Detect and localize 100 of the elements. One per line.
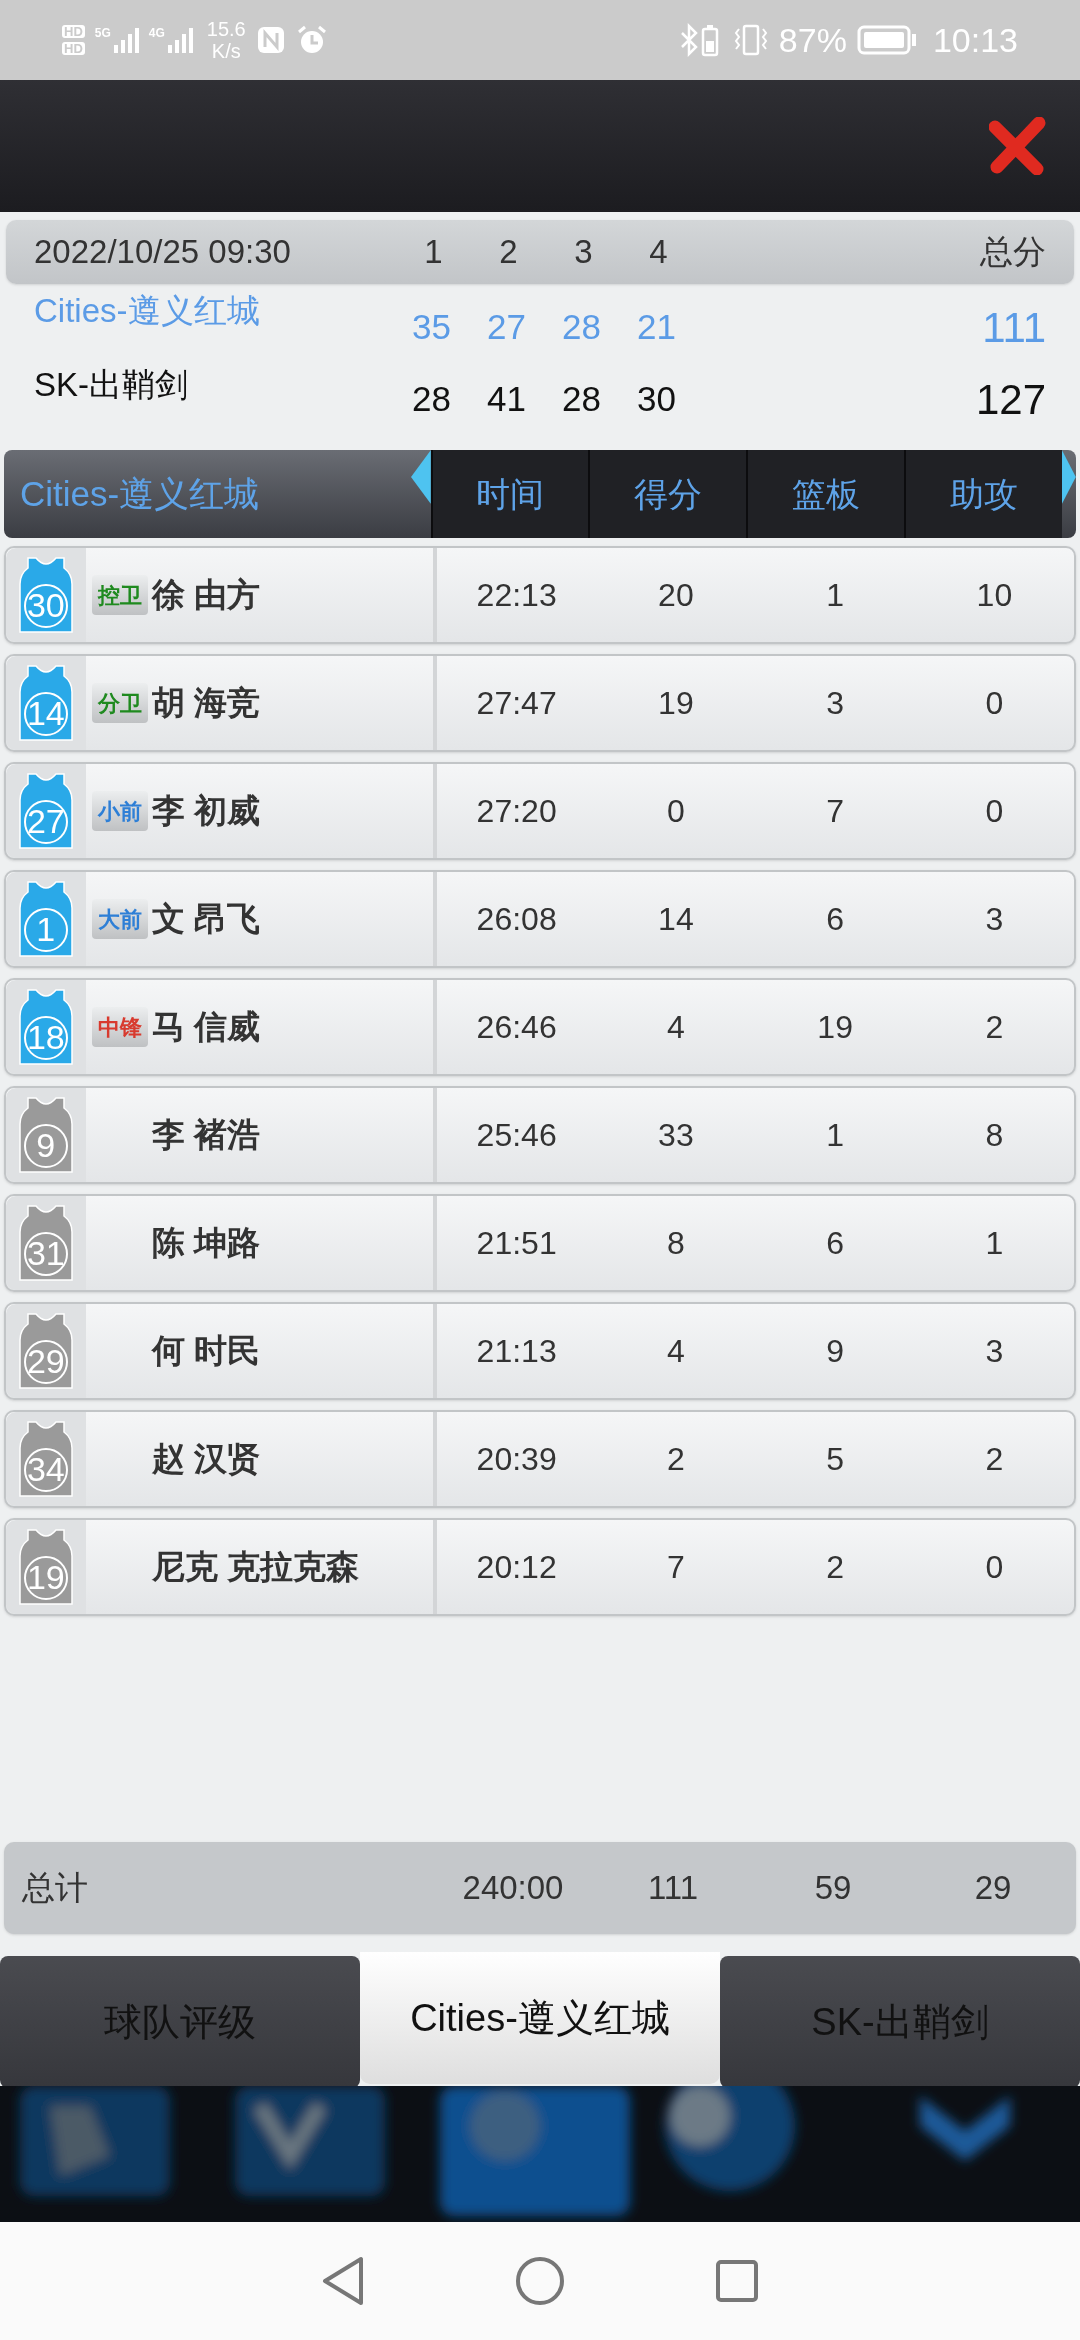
stat-value: 20: [657, 576, 695, 615]
position-badge: 大前: [91, 899, 148, 939]
stat-value: 2: [666, 1440, 686, 1479]
stat-value: 6: [825, 1224, 846, 1263]
quarter-score: 30: [636, 377, 677, 420]
stat-value: 7: [825, 792, 846, 831]
stat-value: 4: [666, 1332, 686, 1371]
stat-value: 4: [666, 1008, 686, 1047]
team-name: SK-出鞘剑: [34, 365, 189, 405]
total-value: 111: [646, 1868, 700, 1909]
jersey-number: 1: [35, 912, 57, 946]
stat-value: 5: [825, 1440, 846, 1479]
stat-value: 25:46: [475, 1116, 558, 1155]
left-arrow-icon[interactable]: [410, 450, 431, 504]
player-row[interactable]: 30 控卫 徐 由方 22:13 20 1 10: [4, 546, 1076, 644]
right-arrow-icon[interactable]: [1062, 450, 1076, 504]
jersey-number: 31: [25, 1236, 66, 1270]
stat-value: 2: [984, 1008, 1005, 1047]
back-button[interactable]: [321, 2256, 365, 2306]
position-badge: 中锋: [91, 1007, 148, 1047]
stat-value: 8: [666, 1224, 686, 1263]
quarter-label: 3: [573, 232, 594, 273]
column-header[interactable]: 得分: [588, 450, 747, 538]
totals-label: 总计: [21, 1868, 89, 1909]
quarter-score: 28: [561, 305, 602, 348]
player-name: 陈 坤路: [151, 1223, 260, 1264]
player-name: 文 昂飞: [151, 899, 260, 940]
player-row[interactable]: 14 分卫 胡 海竞 27:47 19 3 0: [4, 654, 1076, 752]
jersey-number: 29: [25, 1344, 66, 1378]
quarter-score: 28: [411, 377, 452, 420]
stat-value: 26:08: [475, 900, 558, 939]
player-name: 胡 海竞: [151, 683, 260, 724]
player-row[interactable]: 18 中锋 马 信威 26:46 4 19 2: [4, 978, 1076, 1076]
stat-value: 21:51: [475, 1224, 558, 1263]
player-name: 尼克 克拉克森: [151, 1547, 359, 1588]
total-score: 127: [975, 374, 1046, 425]
quarter-score: 28: [561, 377, 602, 420]
jersey-number: 9: [35, 1128, 57, 1162]
column-header[interactable]: 助攻: [904, 450, 1063, 538]
stat-value: 1: [825, 1116, 846, 1155]
quarter-score: 27: [486, 305, 527, 348]
stat-value: 14: [657, 900, 695, 939]
player-row[interactable]: 19 尼克 克拉克森 20:12 7 2 0: [4, 1518, 1076, 1616]
team-name: Cities-遵义红城: [34, 291, 261, 331]
player-row[interactable]: 27 小前 李 初威 27:20 0 7 0: [4, 762, 1076, 860]
player-name: 赵 汉贤: [151, 1439, 260, 1480]
close-icon: [989, 117, 1047, 175]
recents-button[interactable]: [715, 2259, 759, 2303]
stat-value: 20:12: [475, 1548, 558, 1587]
quarter-label: 1: [423, 232, 444, 273]
jersey-number: 19: [25, 1560, 66, 1594]
jersey-number: 14: [25, 696, 66, 730]
player-row[interactable]: 29 何 时民 21:13 4 9 3: [4, 1302, 1076, 1400]
stat-value: 2: [984, 1440, 1005, 1479]
jersey-number: 18: [25, 1020, 66, 1054]
stat-value: 8: [984, 1116, 1005, 1155]
quarter-label: 2: [498, 232, 519, 273]
stat-value: 10: [975, 576, 1014, 615]
player-name: 李 初威: [151, 791, 260, 832]
player-name: 李 褚浩: [151, 1115, 260, 1156]
stat-value: 19: [816, 1008, 854, 1047]
column-header[interactable]: 时间: [430, 450, 589, 538]
stat-value: 33: [657, 1116, 695, 1155]
jersey-number: 30: [25, 588, 66, 622]
player-row[interactable]: 1 大前 文 昂飞 26:08 14 6 3: [4, 870, 1076, 968]
player-name: 马 信威: [151, 1007, 260, 1048]
stat-value: 1: [825, 576, 846, 615]
stat-value: 0: [984, 684, 1005, 723]
quarter-score: 35: [411, 305, 452, 348]
total-value: 240:00: [461, 1868, 565, 1909]
alarm-icon: [295, 24, 328, 56]
stat-value: 7: [666, 1548, 686, 1587]
position-badge: 控卫: [91, 575, 148, 615]
nfc-icon: [255, 25, 286, 55]
stat-value: 26:46: [475, 1008, 558, 1047]
column-header[interactable]: 篮板: [746, 450, 905, 538]
signal-icon: [112, 27, 139, 53]
stat-value: 20:39: [475, 1440, 558, 1479]
total-value: 59: [813, 1868, 853, 1909]
player-name: 何 时民: [151, 1331, 260, 1372]
stat-value: 3: [825, 684, 846, 723]
player-row[interactable]: 9 李 褚浩 25:46 33 1 8: [4, 1086, 1076, 1184]
position-badge: 小前: [91, 791, 148, 831]
stat-value: 0: [666, 792, 686, 831]
team-title: Cities-遵义红城: [19, 472, 261, 515]
stat-value: 27:47: [475, 684, 558, 723]
stat-value: 27:20: [475, 792, 558, 831]
game-date: 2022/10/25 09:30: [34, 232, 292, 273]
total-value: 29: [973, 1868, 1013, 1909]
stat-value: 0: [984, 792, 1005, 831]
quarter-label: 4: [648, 232, 669, 273]
jersey-number: 27: [25, 804, 66, 838]
player-row[interactable]: 31 陈 坤路 21:51 8 6 1: [4, 1194, 1076, 1292]
stat-value: 6: [825, 900, 846, 939]
home-button[interactable]: [515, 2256, 565, 2306]
battery-icon: [856, 24, 917, 56]
position-badge: 分卫: [91, 683, 148, 723]
player-row[interactable]: 34 赵 汉贤 20:39 2 5 2: [4, 1410, 1076, 1508]
quarter-score: 21: [636, 305, 677, 348]
tab[interactable]: Cities-遵义红城: [360, 1952, 720, 2084]
